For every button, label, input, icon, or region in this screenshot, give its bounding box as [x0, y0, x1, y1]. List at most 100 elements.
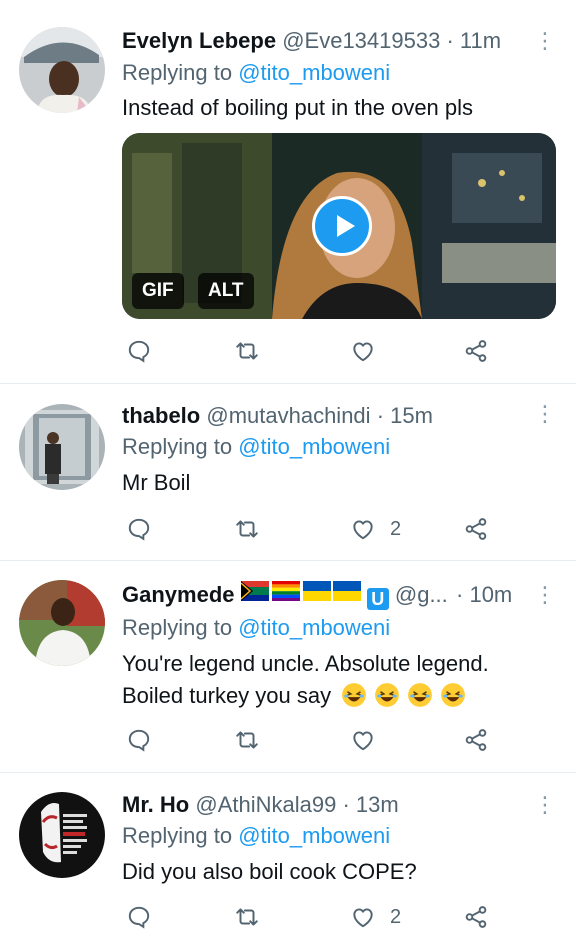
retweet-icon: [236, 731, 258, 749]
replying-to-label: Replying to: [122, 60, 233, 85]
tweet-actions: 2: [122, 509, 556, 549]
tweet-text: Mr Boil: [122, 470, 191, 495]
user-handle[interactable]: @mutavhachindi: [206, 403, 370, 428]
like-icon: [353, 520, 373, 540]
retweet-button[interactable]: [234, 331, 260, 371]
reply-button[interactable]: [126, 331, 152, 371]
like-icon: [353, 731, 373, 751]
tweet-header: Evelyn Lebepe @Eve13419533 · 11m: [122, 24, 528, 58]
tweet-actions: [122, 331, 556, 371]
retweet-icon: [236, 908, 258, 926]
tweet-mr-ho[interactable]: Mr. Ho @AthiNkala99 · 13m ⋮ Replying to …: [0, 773, 576, 938]
reply-button[interactable]: [126, 509, 152, 549]
tweet-evelyn[interactable]: Evelyn Lebepe @Eve13419533 · 11m ⋮ Reply…: [0, 0, 576, 384]
timestamp[interactable]: 15m: [390, 403, 433, 428]
user-handle[interactable]: @Eve13419533: [282, 28, 440, 53]
user-handle[interactable]: @AthiNkala99: [195, 792, 336, 817]
tweet-header: Ganymede U @g...: [122, 578, 446, 612]
retweet-button[interactable]: [234, 720, 260, 760]
reply-icon: [128, 518, 150, 541]
timestamp-group: · 10m: [456, 578, 526, 612]
gif-badge: GIF: [132, 273, 184, 309]
replying-to-label: Replying to: [122, 823, 233, 848]
timestamp[interactable]: 10m: [469, 582, 512, 607]
tweet-text-line: You're legend uncle. Absolute legend.: [122, 651, 489, 676]
retweet-button[interactable]: [234, 897, 260, 937]
ukraine-flag-icon: [302, 581, 331, 602]
more-icon[interactable]: ⋮: [534, 788, 556, 822]
replying-to-label: Replying to: [122, 434, 233, 459]
like-count: 2: [390, 517, 402, 540]
like-count: 2: [390, 905, 402, 928]
retweet-button[interactable]: [234, 509, 260, 549]
tweet-text: You're legend uncle. Absolute legend. Bo…: [122, 648, 556, 712]
alt-badge[interactable]: ALT: [198, 273, 254, 309]
tweet-text-line-with-emoji: Boiled turkey you say: [122, 680, 556, 712]
more-icon[interactable]: ⋮: [534, 578, 556, 612]
timestamp[interactable]: 13m: [356, 792, 399, 817]
avatar[interactable]: [19, 404, 105, 490]
share-button[interactable]: [463, 509, 489, 549]
display-name[interactable]: thabelo: [122, 403, 200, 428]
avatar[interactable]: [19, 27, 105, 113]
tweet-actions: [122, 720, 556, 760]
tweet-text: Did you also boil cook COPE?: [122, 859, 417, 884]
like-icon: [353, 908, 373, 928]
share-icon: [465, 518, 487, 540]
reply-button[interactable]: [126, 720, 152, 760]
tweet-text-line: Boiled turkey you say: [122, 683, 332, 708]
like-icon: [353, 342, 373, 362]
replying-to: Replying to @tito_mboweni: [122, 57, 390, 89]
share-button[interactable]: [463, 897, 489, 937]
share-button[interactable]: [463, 720, 489, 760]
like-button[interactable]: 2: [350, 509, 401, 549]
rofl-emoji-icon: [441, 683, 466, 707]
separator: ·: [456, 582, 464, 607]
replying-to: Replying to @tito_mboweni: [122, 431, 390, 463]
share-icon: [465, 340, 487, 362]
tweet-header: thabelo @mutavhachindi · 15m: [122, 399, 528, 433]
more-icon[interactable]: ⋮: [534, 397, 556, 431]
south-africa-flag-icon: [240, 581, 269, 602]
tweet-header: Mr. Ho @AthiNkala99 · 13m: [122, 788, 528, 822]
avatar[interactable]: [19, 580, 105, 666]
gif-media[interactable]: GIF ALT: [122, 133, 556, 319]
replying-to: Replying to @tito_mboweni: [122, 820, 390, 852]
like-button[interactable]: [350, 331, 390, 371]
name-emoji-flags: [240, 579, 361, 612]
like-button[interactable]: [350, 720, 390, 760]
rofl-emoji-icon: [375, 683, 400, 707]
share-button[interactable]: [463, 331, 489, 371]
play-button[interactable]: [312, 196, 372, 256]
tweet-ganymede[interactable]: Ganymede U @g... · 10m ⋮ Replying to @ti…: [0, 561, 576, 773]
mention-link[interactable]: @tito_mboweni: [238, 615, 390, 640]
separator: ·: [342, 792, 350, 817]
ukraine-flag-icon: [332, 581, 361, 602]
mention-link[interactable]: @tito_mboweni: [238, 60, 390, 85]
replying-to-label: Replying to: [122, 615, 233, 640]
reply-button[interactable]: [126, 897, 152, 937]
rainbow-flag-icon: [271, 581, 300, 602]
timestamp[interactable]: 11m: [460, 28, 501, 53]
tweet-thabelo[interactable]: thabelo @mutavhachindi · 15m ⋮ Replying …: [0, 384, 576, 561]
display-name[interactable]: Evelyn Lebepe: [122, 28, 276, 53]
display-name[interactable]: Mr. Ho: [122, 792, 189, 817]
user-handle[interactable]: @g...: [395, 582, 446, 607]
rofl-emoji-icon: [342, 683, 367, 707]
tweet-actions: 2: [122, 897, 556, 937]
mention-link[interactable]: @tito_mboweni: [238, 823, 390, 848]
retweet-icon: [236, 520, 258, 538]
mention-link[interactable]: @tito_mboweni: [238, 434, 390, 459]
share-icon: [465, 729, 487, 751]
separator: ·: [376, 403, 385, 428]
avatar[interactable]: [19, 792, 105, 878]
reply-icon: [128, 340, 150, 363]
like-button[interactable]: 2: [350, 897, 401, 937]
display-name[interactable]: Ganymede: [122, 582, 235, 607]
more-icon[interactable]: ⋮: [534, 24, 556, 58]
separator: ·: [446, 28, 454, 53]
rofl-emoji-group: [341, 683, 473, 708]
share-icon: [465, 906, 487, 928]
tweet-text: Instead of boiling put in the oven pls: [122, 95, 474, 120]
letter-u-emoji-icon: U: [366, 588, 389, 610]
